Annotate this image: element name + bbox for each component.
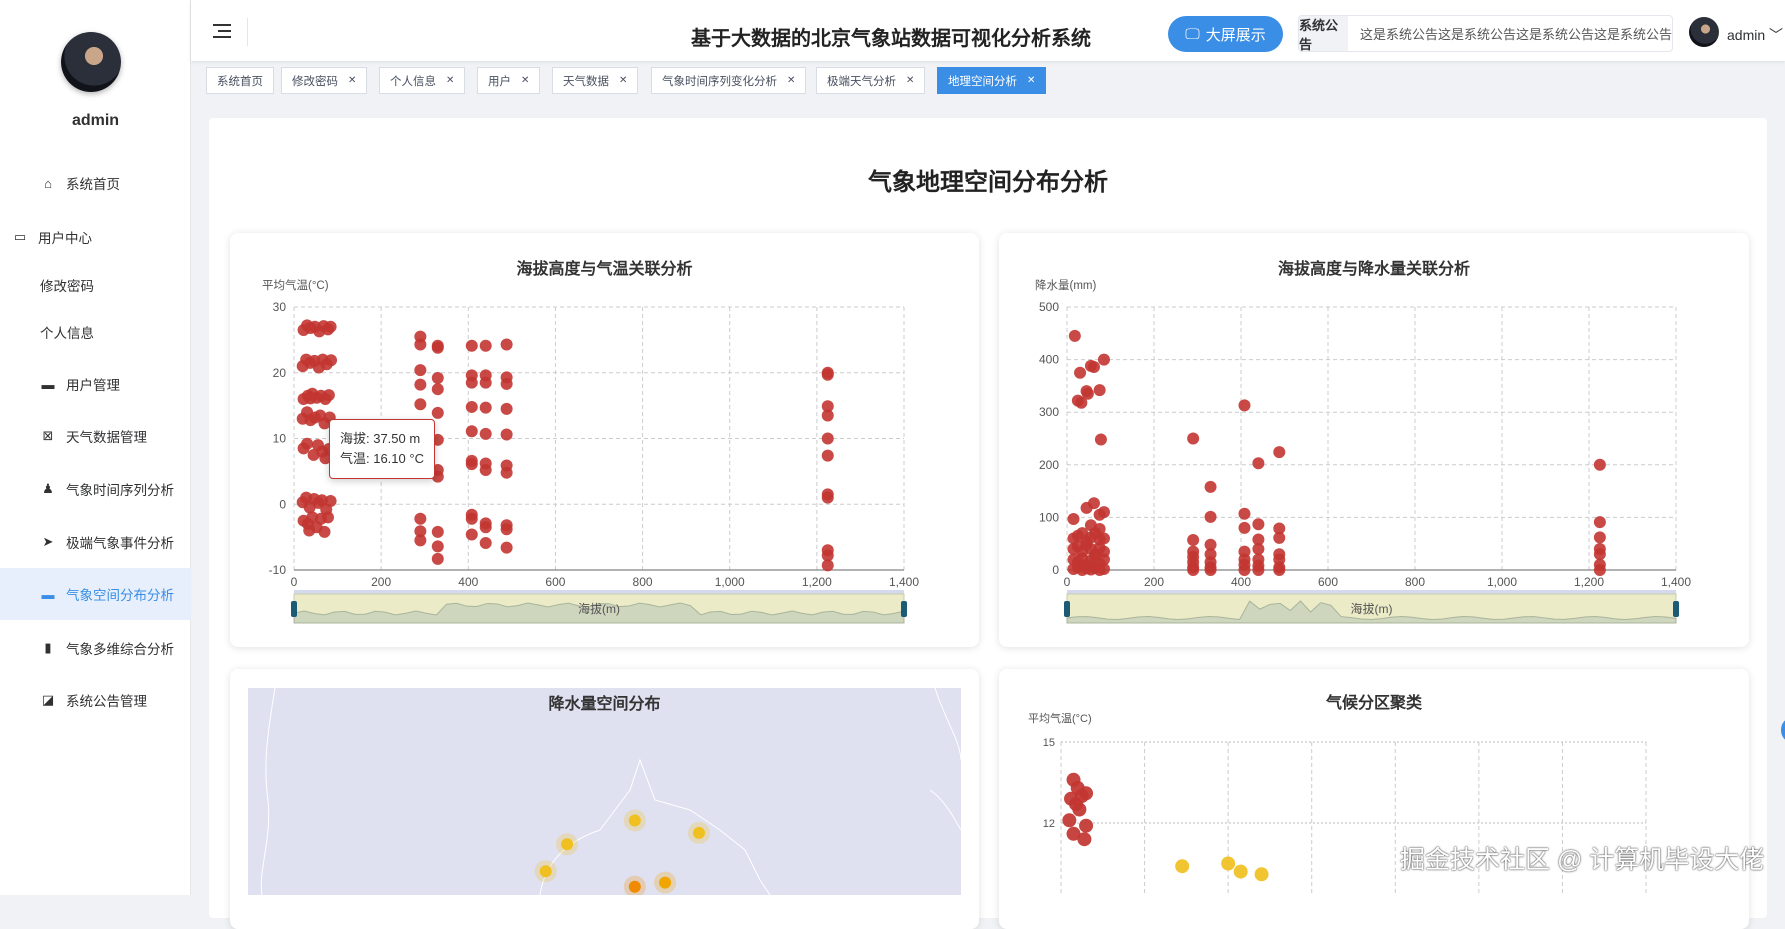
user-avatar[interactable] [1689, 17, 1719, 47]
tab-label: 修改密码 [292, 75, 338, 88]
menu-toggle-icon[interactable] [213, 24, 231, 38]
sidebar-item-label: 极端气象事件分析 [66, 536, 174, 551]
sidebar-item-label: 天气数据管理 [66, 430, 147, 445]
sidebar-item[interactable]: ▬ 用户管理 [0, 358, 191, 410]
sidebar-item[interactable]: ♟ 气象时间序列分析 [0, 463, 191, 515]
watermark: 掘金技术社区 @ 计算机毕设大佬 [1400, 846, 1765, 874]
sidebar-item[interactable]: 个人信息 [0, 306, 191, 358]
close-icon[interactable]: ✕ [619, 75, 627, 86]
sidebar-item[interactable]: ▮ 气象多维综合分析 [0, 622, 191, 674]
tab[interactable]: 极端天气分析 ✕ [816, 67, 926, 94]
avatar[interactable] [61, 32, 121, 92]
tooltip-altitude: 海拔: 37.50 m [340, 431, 421, 446]
send-icon: ➤ [42, 534, 54, 549]
tab[interactable]: 个人信息 ✕ [379, 67, 466, 94]
chart-title: 海拔高度与降水量关联分析 [1277, 261, 1470, 278]
tab-label: 系统首页 [217, 75, 263, 88]
user-name: admin [1727, 27, 1766, 43]
tab-label: 地理空间分析 [948, 75, 1017, 88]
tab-label: 气象时间序列变化分析 [662, 75, 777, 88]
map-title: 降水量空间分布 [548, 696, 661, 713]
sidebar-item[interactable]: ▭ 用户中心 [0, 211, 191, 263]
stamp-icon: ♟ [42, 481, 54, 496]
tab[interactable]: 气象时间序列变化分析 ✕ [651, 67, 807, 94]
header: 基于大数据的北京气象站数据可视化分析系统 🖵 大屏展示 系统公告 这是系统公告这是系… [191, 0, 1785, 61]
close-icon[interactable]: ✕ [906, 75, 914, 86]
notice-bar: 系统公告 这是系统公告这是系统公告这是系统公告这是系统公告 [1298, 15, 1673, 52]
sidebar-item-label: 气象空间分布分析 [66, 588, 174, 603]
tab-label: 天气数据 [563, 75, 609, 88]
tab-label: 个人信息 [390, 75, 436, 88]
chart-card-cluster: 气候分区聚类 [999, 669, 1749, 929]
close-icon[interactable]: ✕ [446, 75, 454, 86]
sidebar-item[interactable]: ▬ 气象空间分布分析 [0, 568, 191, 620]
sidebar-item-label: 用户管理 [66, 378, 120, 393]
tab[interactable]: 用户 ✕ [477, 67, 541, 94]
sidebar-item-label: 用户中心 [38, 231, 92, 246]
sidebar-item-label: 修改密码 [40, 279, 94, 294]
chevron-down-icon: ﹀ [1769, 27, 1784, 43]
floating-button[interactable] [1781, 718, 1785, 742]
sidebar-item[interactable]: ◪ 系统公告管理 [0, 674, 191, 726]
page-title: 气象地理空间分布分析 [868, 169, 1108, 196]
big-screen-button[interactable]: 🖵 大屏展示 [1168, 16, 1283, 52]
trend-icon: ◪ [41, 692, 55, 707]
tab[interactable]: 系统首页 [206, 67, 274, 94]
wallet-icon: ▭ [13, 229, 27, 244]
close-icon[interactable]: ✕ [1027, 75, 1035, 86]
tab-label: 用户 [488, 75, 511, 88]
sidebar-item-label: 气象多维综合分析 [66, 642, 174, 657]
tab[interactable]: 天气数据 ✕ [552, 67, 639, 94]
sidebar-item-label: 系统公告管理 [66, 694, 147, 709]
close-icon[interactable]: ✕ [787, 75, 795, 86]
chart-card-altitude-precip: 海拔高度与降水量关联分析 [999, 233, 1749, 647]
tab-label: 极端天气分析 [827, 75, 896, 88]
sidebar-item-label: 气象时间序列分析 [66, 483, 174, 498]
monitor-icon: 🖵 [1185, 25, 1200, 43]
big-screen-label: 大屏展示 [1205, 26, 1266, 44]
sidebar: admin ⌂ 系统首页 ▭ 用户中心修改密码个人信息 ▬ 用户管理 ⊠ 天气数据管理 ♟ 气象时… [0, 0, 191, 895]
bar-chart-icon: ▮ [44, 640, 52, 655]
home-icon: ⌂ [44, 175, 52, 191]
sidebar-item[interactable]: ⌂ 系统首页 [0, 157, 191, 209]
tab[interactable]: 地理空间分析 ✕ [937, 67, 1047, 94]
user-menu[interactable]: admin ﹀ [1727, 25, 1783, 45]
close-icon[interactable]: ✕ [348, 75, 356, 86]
sidebar-item-label: 系统首页 [66, 177, 120, 192]
tab[interactable]: 修改密码 ✕ [281, 67, 368, 94]
sidebar-item[interactable]: ➤ 极端气象事件分析 [0, 516, 191, 568]
sidebar-username: admin [71, 112, 120, 129]
close-icon[interactable]: ✕ [521, 75, 529, 86]
sidebar-item[interactable]: ⊠ 天气数据管理 [0, 410, 191, 462]
sidebar-item[interactable]: 修改密码 [0, 259, 191, 311]
chart-title: 气候分区聚类 [1325, 695, 1422, 712]
tooltip-temp: 气温: 16.10 °C [340, 451, 424, 466]
notice-label: 系统公告 [1299, 16, 1348, 51]
ticket-icon: ▬ [41, 376, 55, 392]
chat-icon: ▬ [41, 586, 55, 602]
clipboard-x-icon: ⊠ [42, 428, 54, 443]
sidebar-item-label: 个人信息 [40, 326, 94, 341]
chart-title: 海拔高度与气温关联分析 [516, 261, 693, 278]
app-title: 基于大数据的北京气象站数据可视化分析系统 [691, 28, 1091, 50]
notice-text: 这是系统公告这是系统公告这是系统公告这是系统公告 [1359, 27, 1672, 42]
chart-tooltip: 海拔: 37.50 m 气温: 16.10 °C [329, 419, 435, 479]
